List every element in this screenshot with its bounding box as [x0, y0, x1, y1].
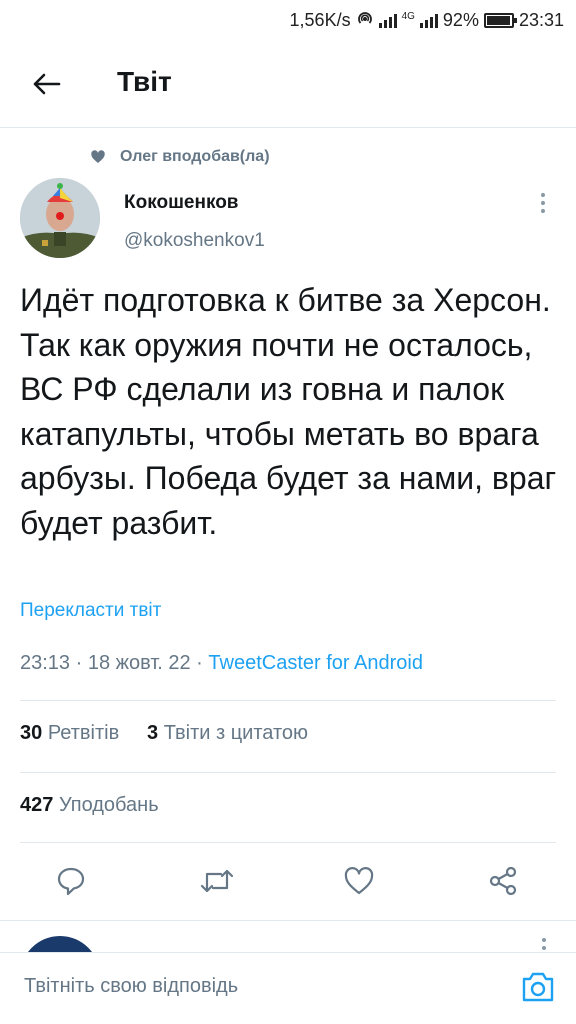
heart-outline-icon: [344, 867, 374, 895]
social-context[interactable]: Олег вподобав(ла): [90, 146, 270, 168]
tweet-meta: 23:13 · 18 жовт. 22 · TweetCaster for An…: [20, 652, 423, 675]
page-title: Твіт: [117, 66, 172, 97]
divider: [20, 772, 556, 773]
more-options-button[interactable]: [528, 188, 558, 218]
tweet-source-link[interactable]: TweetCaster for Android: [208, 652, 423, 674]
likes-stat[interactable]: 427 Уподобань: [20, 794, 159, 817]
status-indicators: 1,56K/s 4G 92% 23:31: [290, 8, 564, 32]
camera-icon: [522, 972, 554, 1002]
author-name[interactable]: Кокошенков: [124, 192, 239, 214]
share-icon: [489, 866, 517, 896]
stats-row: 30 Ретвітів 3 Твіти з цитатою: [20, 722, 308, 745]
network-type: 4G: [401, 10, 415, 22]
tweet-text: Идёт подготовка к битве за Херсон. Так к…: [20, 282, 557, 541]
battery-percent: 92%: [442, 9, 479, 30]
retweet-button[interactable]: [192, 856, 242, 906]
app-header: Твіт: [0, 40, 576, 128]
net-speed: 1,56K/s: [289, 9, 351, 30]
social-context-text: Олег вподобав(ла): [120, 148, 270, 165]
status-bar: 1,56K/s 4G 92% 23:31: [0, 0, 576, 40]
reply-avatar: [20, 936, 100, 952]
share-button[interactable]: [478, 856, 528, 906]
author-handle[interactable]: @kokoshenkov1: [124, 230, 265, 252]
reply-input[interactable]: Твітніть свою відповідь: [24, 975, 238, 998]
battery-icon: [483, 12, 517, 28]
retweets-stat[interactable]: 30 Ретвітів: [20, 722, 119, 744]
hotspot-icon: [356, 9, 374, 32]
arrow-left-icon: [33, 73, 61, 95]
camera-button[interactable]: [518, 967, 558, 1007]
signal-icon-2: [419, 12, 438, 28]
more-vertical-icon: [542, 938, 546, 952]
quotes-stat[interactable]: 3 Твіти з цитатою: [147, 722, 308, 744]
next-reply-peek: [0, 922, 576, 952]
tweet-actions: [0, 856, 576, 906]
tweet-timestamp: 23:13 · 18 жовт. 22 ·: [20, 652, 209, 674]
divider: [20, 700, 556, 701]
more-vertical-icon: [541, 193, 545, 213]
clock: 23:31: [518, 9, 564, 30]
divider: [20, 842, 556, 843]
avatar-photo: [20, 178, 100, 258]
avatar[interactable]: [20, 178, 100, 258]
translate-tweet-link[interactable]: Перекласти твіт: [20, 600, 161, 622]
like-button[interactable]: [334, 856, 384, 906]
retweet-icon: [200, 869, 234, 893]
reply-composer-bar: Твітніть свою відповідь: [0, 952, 576, 1024]
divider: [0, 920, 576, 921]
reply-icon: [57, 867, 85, 896]
heart-icon: [91, 150, 105, 163]
back-button[interactable]: [22, 60, 70, 108]
signal-icon: [378, 12, 397, 28]
reply-button[interactable]: [46, 856, 96, 906]
